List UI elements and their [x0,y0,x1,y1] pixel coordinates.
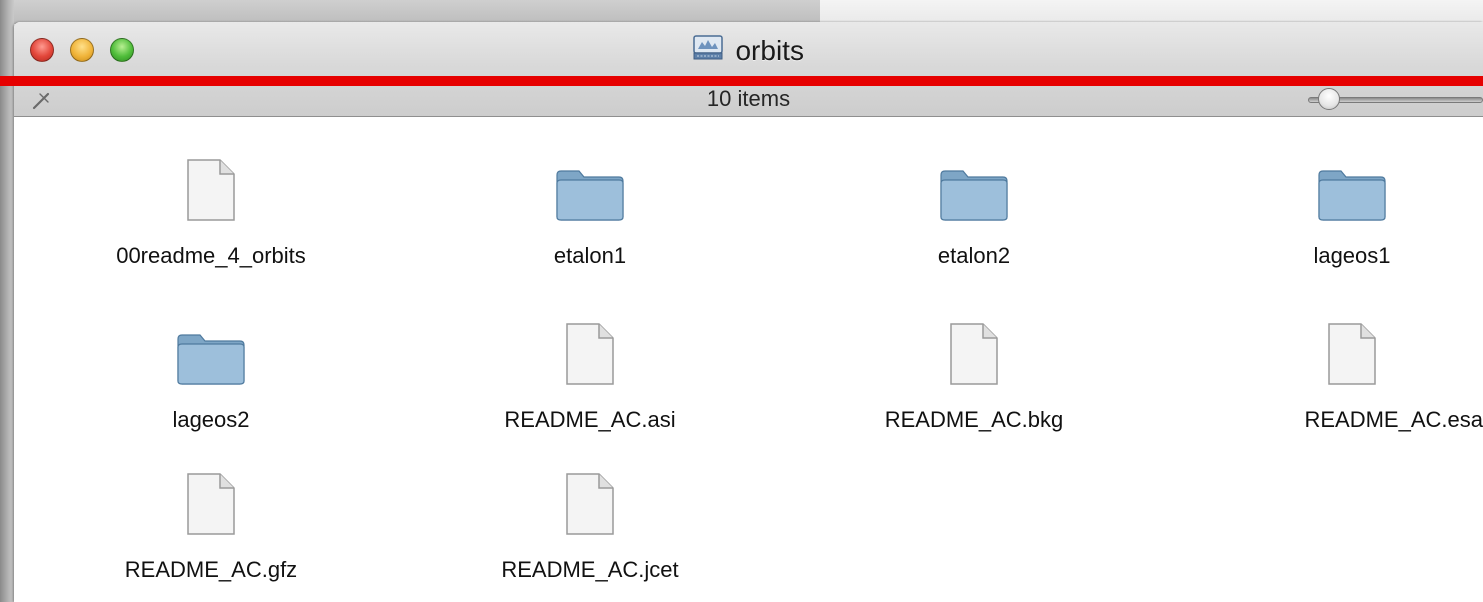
folder-item[interactable]: etalon2 [824,157,1124,269]
file-item[interactable]: README_AC.asi [440,321,740,433]
window-title-area: orbits [14,34,1483,68]
background-window [820,0,1483,24]
file-item[interactable]: README_AC.bkg [824,321,1124,433]
file-name: README_AC.bkg [884,407,1064,432]
folder-name: lageos2 [172,407,250,432]
window-title: orbits [735,35,804,66]
file-name: README_AC.esa [1304,407,1483,432]
file-item[interactable]: README_AC.gfz [61,471,361,583]
desktop-background [0,0,1483,24]
file-name: README_AC.asi [504,407,676,432]
document-icon [566,473,614,535]
file-name: 00readme_4_orbits [116,243,306,268]
file-item[interactable]: 00readme_4_orbits [61,157,361,269]
folder-item[interactable]: lageos2 [61,321,361,433]
file-name: README_AC.gfz [124,557,298,582]
desktop-edge [0,0,14,602]
file-item[interactable]: README_AC.esa [1183,321,1483,433]
screen: orbits 10 items 00readme_4_orbits etalon… [0,0,1483,602]
folder-icon [940,170,1008,221]
document-icon [187,473,235,535]
file-item[interactable]: README_AC.jcet [440,471,740,583]
document-icon [566,323,614,385]
folder-icon [556,170,624,221]
folder-icon [177,334,245,385]
window-titlebar[interactable]: orbits 10 items [0,22,1483,117]
annotation-line [0,76,1483,86]
icon-size-slider[interactable] [1298,88,1483,110]
folder-item[interactable]: etalon1 [440,157,740,269]
folder-name: etalon2 [937,243,1011,268]
folder-icon [1318,170,1386,221]
finder-window: orbits 10 items 00readme_4_orbits etalon… [0,22,1483,602]
file-name: README_AC.jcet [501,557,679,582]
document-icon [1328,323,1376,385]
folder-item[interactable]: lageos1 [1202,157,1483,269]
item-count-status: 10 items [706,86,791,111]
document-icon [187,159,235,221]
document-icon [950,323,998,385]
slider-knob[interactable] [1318,88,1340,110]
folder-name: lageos1 [1313,243,1391,268]
network-drive-icon [693,35,723,60]
file-grid: 00readme_4_orbits etalon1 etalon2 lageos… [14,117,1483,602]
folder-name: etalon1 [553,243,627,268]
